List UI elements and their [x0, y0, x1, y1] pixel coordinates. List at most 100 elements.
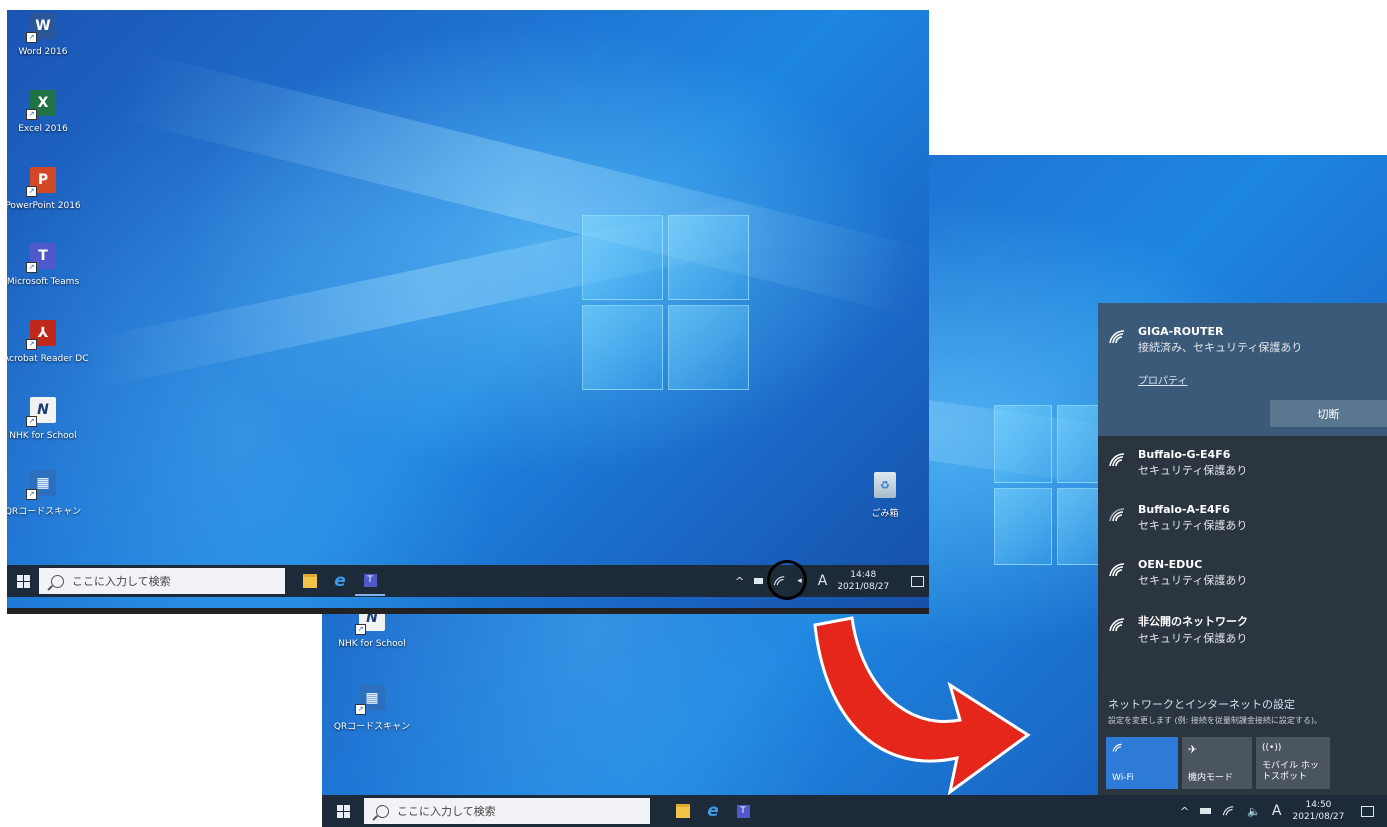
- quick-action-label: Wi-Fi: [1112, 773, 1134, 783]
- desktop-icon-powerpoint[interactable]: P ↗ PowerPoint 2016: [7, 167, 83, 211]
- network-status: 接続済み、セキュリティ保護あり: [1138, 341, 1303, 354]
- quick-action-wifi[interactable]: Wi-Fi: [1106, 737, 1178, 789]
- clock[interactable]: 14:50 2021/08/27: [1293, 799, 1345, 823]
- wifi-icon: [1109, 330, 1125, 344]
- network-settings-link[interactable]: ネットワークとインターネットの設定 設定を変更します (例: 接続を従量制課金接…: [1108, 696, 1383, 726]
- acrobat-icon: ⅄ ↗: [26, 320, 56, 350]
- teams-taskbar-icon[interactable]: T: [355, 566, 385, 596]
- file-explorer-icon[interactable]: [295, 566, 325, 596]
- start-button[interactable]: [7, 566, 39, 596]
- windows-logo-wallpaper: [582, 215, 749, 390]
- teams-taskbar-icon[interactable]: T: [728, 796, 758, 826]
- desktop-icon-word[interactable]: W ↗ Word 2016: [7, 13, 83, 57]
- red-curved-arrow: [813, 616, 1031, 795]
- network-settings-title: ネットワークとインターネットの設定: [1108, 698, 1295, 711]
- desktop-icon-label: Microsoft Teams: [7, 277, 80, 287]
- search-input[interactable]: ここに入力して検索: [364, 798, 650, 824]
- windows-icon: [16, 574, 30, 588]
- network-flyout: GIGA-ROUTER 接続済み、セキュリティ保護あり プロパティ 切断 Buf…: [1098, 303, 1387, 795]
- network-ssid: 非公開のネットワーク: [1138, 615, 1248, 628]
- network-status: セキュリティ保護あり: [1138, 632, 1248, 645]
- edge-icon[interactable]: e: [325, 566, 355, 596]
- wifi-icon: [1109, 563, 1125, 577]
- system-tray: ^ 🔈 A 14:50 2021/08/27: [1180, 796, 1375, 826]
- windows-icon: [336, 804, 350, 818]
- edge-icon[interactable]: e: [698, 796, 728, 826]
- desktop-icon-label: Word 2016: [18, 47, 68, 57]
- network-settings-desc: 設定を変更します (例: 接続を従量制課金接続に設定する)。: [1108, 716, 1323, 725]
- airplane-icon: ✈: [1188, 743, 1198, 756]
- wifi-icon: [1109, 508, 1125, 522]
- battery-icon[interactable]: [1200, 808, 1212, 814]
- nhk-icon: N ↗: [26, 397, 56, 427]
- desktop-icon-excel[interactable]: X ↗ Excel 2016: [7, 90, 83, 134]
- clock-time: 14:50: [1305, 800, 1332, 810]
- ime-indicator[interactable]: A: [818, 573, 828, 589]
- clock-time: 14:48: [850, 570, 877, 580]
- desktop-icon-label: ごみ箱: [871, 509, 899, 519]
- network-status: セキュリティ保護あり: [1138, 519, 1248, 532]
- wifi-highlight-circle: [767, 560, 807, 600]
- windows-logo-wallpaper: [994, 405, 1114, 565]
- screenshot-before: W ↗ Word 2016 X ↗ Excel 2016 P ↗ PowerPoint…: [7, 10, 929, 614]
- network-ssid: GIGA-ROUTER: [1138, 325, 1224, 338]
- search-icon: [376, 804, 389, 818]
- battery-icon[interactable]: [754, 578, 764, 584]
- disconnect-button[interactable]: 切断: [1270, 400, 1387, 427]
- network-ssid: Buffalo-A-E4F6: [1138, 503, 1230, 516]
- desktop-icon-label: PowerPoint 2016: [7, 201, 81, 211]
- clock[interactable]: 14:48 2021/08/27: [837, 569, 889, 593]
- file-explorer-icon[interactable]: [668, 796, 698, 826]
- desktop-icon-acrobat[interactable]: ⅄ ↗ Acrobat Reader DC: [7, 320, 89, 364]
- teams-icon: T ↗: [26, 243, 56, 273]
- word-icon: W ↗: [26, 13, 56, 43]
- network-item[interactable]: 非公開のネットワーク セキュリティ保護あり: [1098, 613, 1387, 646]
- desktop-icon-label: Excel 2016: [18, 124, 68, 134]
- quick-action-hotspot[interactable]: ((•)) モバイル ホットスポット: [1256, 737, 1330, 789]
- quick-action-label: 機内モード: [1188, 773, 1234, 783]
- notification-icon[interactable]: [1361, 805, 1375, 817]
- desktop-icon-nhk[interactable]: N ↗ NHK for School: [7, 397, 83, 441]
- start-button[interactable]: [322, 796, 364, 826]
- desktop-icon-label: QRコードスキャン: [7, 507, 82, 517]
- search-input[interactable]: ここに入力して検索: [39, 568, 285, 594]
- taskbar: ここに入力して検索 e T ^ 🔈 A 14:50 2021/08/27: [322, 795, 1387, 827]
- wifi-icon: [1112, 743, 1122, 752]
- search-placeholder: ここに入力して検索: [397, 805, 496, 818]
- desktop-icon-label: NHK for School: [9, 431, 77, 441]
- desktop-icon-label: QRコードスキャン: [333, 722, 411, 732]
- wifi-icon[interactable]: [1222, 805, 1236, 817]
- network-status: セキュリティ保護あり: [1138, 464, 1248, 477]
- properties-link[interactable]: プロパティ: [1138, 372, 1387, 387]
- desktop-icon-qr[interactable]: ▦ ↗ QRコードスキャン: [7, 470, 83, 517]
- ime-indicator[interactable]: A: [1272, 803, 1282, 819]
- network-status: セキュリティ保護あり: [1138, 574, 1248, 587]
- wifi-icon: [1109, 618, 1125, 632]
- excel-icon: X ↗: [26, 90, 56, 120]
- system-tray: ^ ◂ A 14:48 2021/08/27: [735, 566, 925, 596]
- quick-action-airplane[interactable]: ✈ 機内モード: [1182, 737, 1252, 789]
- connected-network-panel[interactable]: GIGA-ROUTER 接続済み、セキュリティ保護あり プロパティ 切断: [1098, 303, 1387, 436]
- powerpoint-icon: P ↗: [26, 167, 56, 197]
- network-item[interactable]: Buffalo-G-E4F6 セキュリティ保護あり: [1098, 448, 1387, 478]
- network-item[interactable]: Buffalo-A-E4F6 セキュリティ保護あり: [1098, 503, 1387, 533]
- desktop-icon-teams[interactable]: T ↗ Microsoft Teams: [7, 243, 83, 287]
- chevron-up-icon[interactable]: ^: [735, 575, 744, 588]
- desktop-icon-recycle-bin[interactable]: ♻ ごみ箱: [845, 472, 925, 519]
- qr-icon: ▦ ↗: [26, 470, 56, 500]
- desktop-icon-label: NHK for School: [338, 639, 406, 649]
- search-icon: [51, 574, 64, 588]
- recycle-bin-icon: ♻: [874, 472, 896, 498]
- desktop-icon-qr[interactable]: ▦ ↗ QRコードスキャン: [332, 685, 412, 732]
- network-ssid: OEN-EDUC: [1138, 558, 1203, 571]
- notification-icon[interactable]: [911, 575, 925, 587]
- desktop-icon-label: Acrobat Reader DC: [7, 354, 89, 364]
- network-item[interactable]: OEN-EDUC セキュリティ保護あり: [1098, 558, 1387, 588]
- quick-action-label: モバイル ホットスポット: [1262, 761, 1319, 782]
- volume-icon[interactable]: 🔈: [1247, 805, 1261, 818]
- chevron-up-icon[interactable]: ^: [1180, 805, 1189, 818]
- disconnect-label: 切断: [1317, 407, 1340, 421]
- hotspot-icon: ((•)): [1262, 743, 1282, 753]
- clock-date: 2021/08/27: [837, 582, 890, 592]
- clock-date: 2021/08/27: [1292, 812, 1345, 822]
